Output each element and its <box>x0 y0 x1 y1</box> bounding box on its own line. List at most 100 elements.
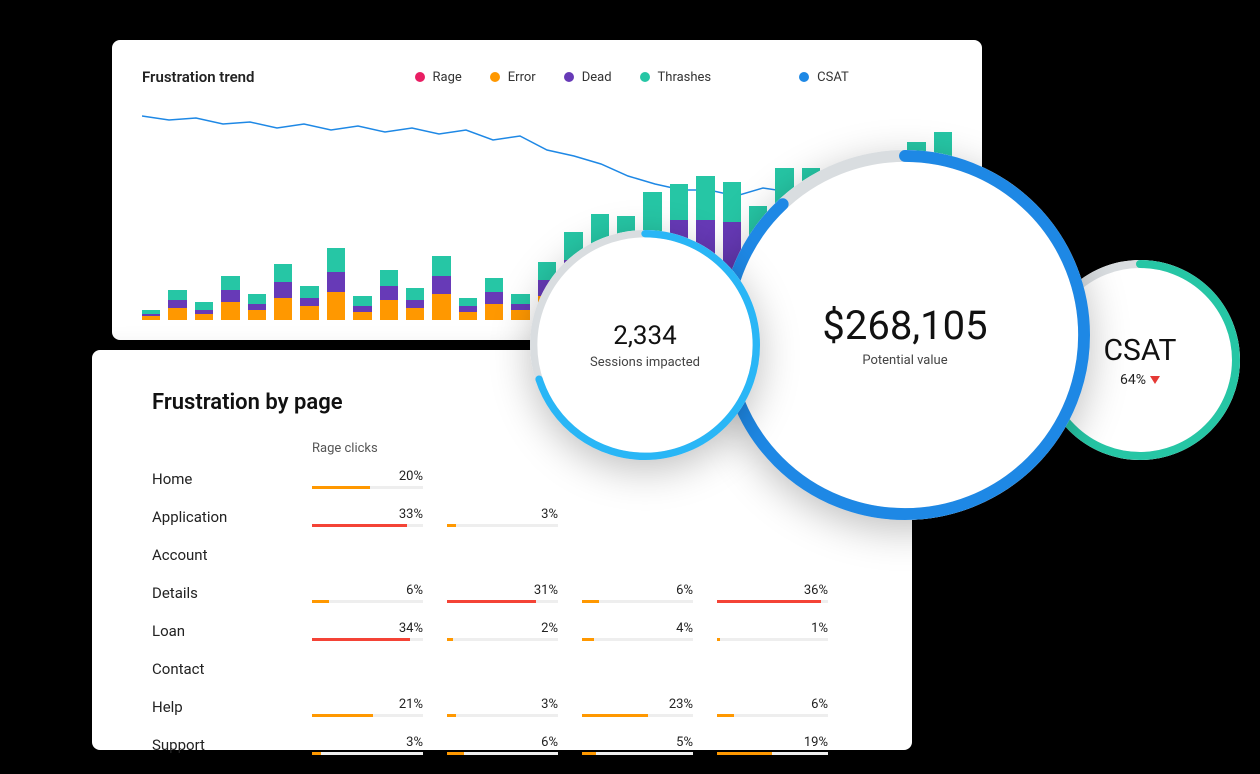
metric-cell: 21% <box>312 697 447 717</box>
metric-pct: 21% <box>312 697 423 714</box>
metric-fill <box>582 638 594 641</box>
trend-legend: Rage Error Dead Thrashes CSAT <box>415 70 849 85</box>
csat-title: CSAT <box>1104 333 1177 368</box>
bar-seg-error <box>432 294 450 320</box>
metric-pct: 3% <box>447 697 558 714</box>
bar-seg-dead <box>168 300 186 308</box>
sessions-impacted: 2,334 <box>613 321 677 351</box>
sessions-impacted-label: Sessions impacted <box>590 355 700 370</box>
bar-seg-error <box>168 308 186 320</box>
bar <box>168 290 186 320</box>
potential-value: $268,105 <box>822 302 987 349</box>
metric-pct: 34% <box>312 621 423 638</box>
metric-pct: 6% <box>312 583 423 600</box>
bar <box>300 286 318 320</box>
col-rage: Rage clicks <box>312 441 447 456</box>
metric-fill <box>582 600 599 603</box>
metric-fill <box>447 714 456 717</box>
page-name: Account <box>152 546 312 564</box>
metric-fill <box>582 752 596 755</box>
legend-thrashes: Thrashes <box>640 70 712 85</box>
metric-pct: 3% <box>447 507 558 524</box>
metric-fill <box>717 638 720 641</box>
metric-track <box>717 752 828 755</box>
bar-seg-thrashes <box>300 286 318 298</box>
table-row: Support3%6%5%19% <box>152 726 852 764</box>
metric-track <box>717 714 828 717</box>
metric-cell: 6% <box>717 697 852 717</box>
page-name: Details <box>152 584 312 602</box>
metric-fill <box>447 600 536 603</box>
bar-seg-error <box>300 306 318 320</box>
bar-seg-error <box>327 292 345 320</box>
bar-seg-error <box>380 300 398 320</box>
metric-track <box>447 752 558 755</box>
metric-fill <box>447 524 456 527</box>
bar-seg-error <box>406 308 424 320</box>
page-name: Loan <box>152 622 312 640</box>
metric-track <box>582 638 693 641</box>
metric-fill <box>312 714 373 717</box>
metric-cell: 3% <box>447 507 582 527</box>
bar-seg-thrashes <box>485 278 503 292</box>
metric-track <box>312 714 423 717</box>
metric-pct: 4% <box>582 621 693 638</box>
metric-fill <box>312 524 407 527</box>
bar-seg-error <box>248 310 266 320</box>
bar <box>274 264 292 320</box>
bar <box>221 276 239 320</box>
page-name: Home <box>152 470 312 488</box>
bar-seg-error <box>353 312 371 320</box>
table-row: Loan34%2%4%1% <box>152 612 852 650</box>
metric-pct: 36% <box>717 583 828 600</box>
metric-cell: 34% <box>312 621 447 641</box>
metric-cell: 36% <box>717 583 852 603</box>
trend-title: Frustration trend <box>142 68 255 86</box>
metric-fill <box>717 714 734 717</box>
bar-seg-thrashes <box>406 288 424 300</box>
table-row: Contact <box>152 650 852 688</box>
bar-seg-thrashes <box>696 176 714 220</box>
metric-track <box>447 638 558 641</box>
metric-pct: 6% <box>582 583 693 600</box>
metric-track <box>312 524 423 527</box>
potential-value-ring: $268,105 Potential value <box>720 150 1090 520</box>
bar-seg-error <box>195 314 213 320</box>
metric-pct: 19% <box>717 735 828 752</box>
bar-seg-dead <box>432 276 450 294</box>
bar-seg-thrashes <box>511 294 529 304</box>
metric-track <box>312 486 423 489</box>
trend-down-icon <box>1150 376 1160 384</box>
bar-seg-thrashes <box>459 298 477 306</box>
metric-pct: 23% <box>582 697 693 714</box>
bar <box>248 294 266 320</box>
dot-icon <box>490 72 500 82</box>
bar-seg-thrashes <box>353 296 371 306</box>
bar-seg-error <box>274 298 292 320</box>
metric-cell: 5% <box>582 735 717 755</box>
metric-track <box>312 638 423 641</box>
metric-pct: 5% <box>582 735 693 752</box>
bar <box>142 310 160 320</box>
table-row: Help21%3%23%6% <box>152 688 852 726</box>
metric-track <box>447 524 558 527</box>
metric-pct: 20% <box>312 469 423 486</box>
metric-fill <box>447 752 464 755</box>
legend-error: Error <box>490 70 536 85</box>
bar-seg-error <box>485 304 503 320</box>
bar-seg-thrashes <box>221 276 239 290</box>
metric-track <box>582 752 693 755</box>
metric-cell: 3% <box>447 697 582 717</box>
bar <box>485 278 503 320</box>
metric-track <box>447 714 558 717</box>
metric-fill <box>312 752 321 755</box>
metric-cell: 3% <box>312 735 447 755</box>
metric-fill <box>717 600 821 603</box>
bar <box>459 298 477 320</box>
metric-cell: 6% <box>582 583 717 603</box>
metric-track <box>582 714 693 717</box>
dot-icon <box>640 72 650 82</box>
page-name: Contact <box>152 660 312 678</box>
metric-cell: 4% <box>582 621 717 641</box>
metric-pct: 31% <box>447 583 558 600</box>
